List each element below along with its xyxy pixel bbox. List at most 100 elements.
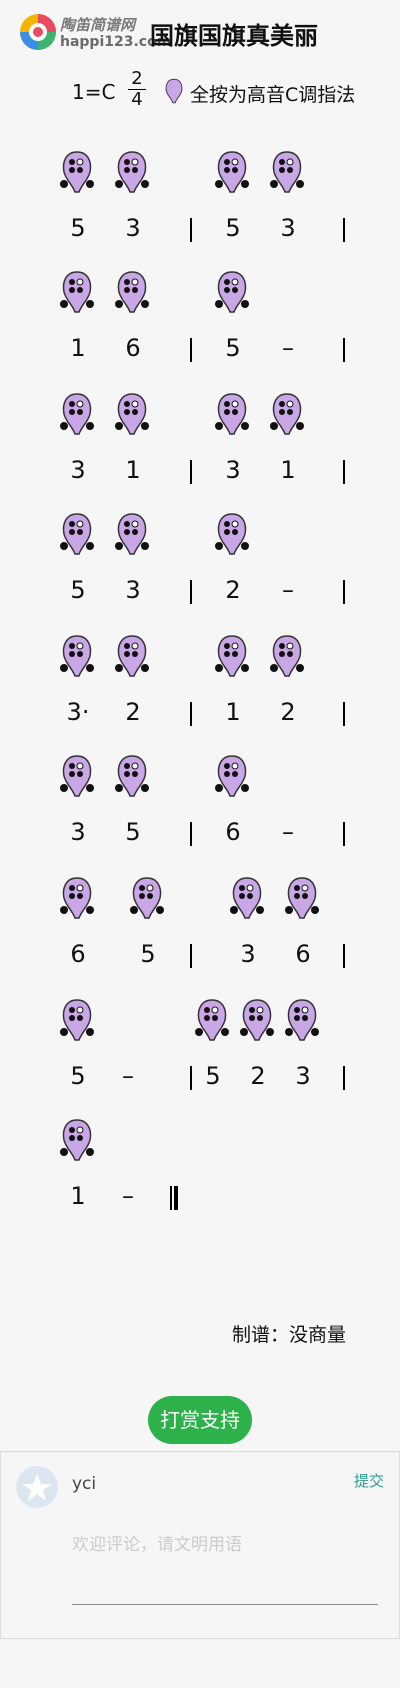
note-number: 1 bbox=[125, 456, 141, 484]
sustain-dash: – bbox=[282, 818, 294, 846]
sustain-dash: – bbox=[122, 1182, 134, 1210]
bar-line bbox=[343, 944, 345, 968]
note-number: 3 bbox=[70, 818, 86, 846]
ocarina-fingering-icon bbox=[60, 876, 94, 920]
ocarina-fingering-icon bbox=[195, 998, 229, 1042]
ocarina-fingering-icon bbox=[115, 512, 149, 556]
page-title: 国旗国旗真美丽 bbox=[150, 22, 318, 50]
sustain-dash: – bbox=[122, 1062, 134, 1090]
ocarina-fingering-icon bbox=[215, 512, 249, 556]
ocarina-fingering-icon bbox=[60, 634, 94, 678]
ocarina-fingering-icon bbox=[215, 634, 249, 678]
ocarina-icon bbox=[165, 78, 183, 104]
note-number: 3 bbox=[280, 214, 296, 242]
bar-line bbox=[343, 218, 345, 242]
final-bar-line bbox=[174, 1186, 178, 1210]
ocarina-fingering-icon bbox=[60, 270, 94, 314]
bar-line bbox=[170, 1186, 172, 1210]
note-number: 1 bbox=[225, 698, 241, 726]
ocarina-fingering-icon bbox=[215, 754, 249, 798]
note-number: 6 bbox=[225, 818, 241, 846]
sustain-dash: – bbox=[282, 334, 294, 362]
ocarina-fingering-icon bbox=[115, 754, 149, 798]
comment-user: yci bbox=[72, 1474, 97, 1494]
bar-line bbox=[190, 822, 192, 846]
note-number: 6 bbox=[70, 940, 86, 968]
time-bottom: 4 bbox=[131, 89, 143, 110]
note-number: 3 bbox=[295, 1062, 311, 1090]
bar-line bbox=[343, 580, 345, 604]
ocarina-fingering-icon bbox=[115, 392, 149, 436]
fingering-hint: 全按为高音C调指法 bbox=[190, 84, 356, 106]
note-number: 2 bbox=[280, 698, 296, 726]
ocarina-fingering-icon bbox=[60, 754, 94, 798]
ocarina-fingering-icon bbox=[215, 270, 249, 314]
note-number: 2 bbox=[250, 1062, 266, 1090]
note-number: 5 bbox=[225, 214, 241, 242]
site-logo[interactable]: 陶笛简谱网 happi123.com bbox=[18, 10, 171, 54]
note-number: 3· bbox=[66, 698, 90, 726]
note-number: 2 bbox=[225, 576, 241, 604]
bar-line bbox=[190, 702, 192, 726]
ocarina-fingering-icon bbox=[60, 1118, 94, 1162]
submit-button[interactable]: 提交 bbox=[354, 1470, 384, 1491]
bar-line bbox=[343, 822, 345, 846]
ocarina-fingering-icon bbox=[130, 876, 164, 920]
note-number: 5 bbox=[225, 334, 241, 362]
ocarina-fingering-icon bbox=[215, 392, 249, 436]
bar-line bbox=[343, 1066, 345, 1090]
ocarina-fingering-icon bbox=[115, 270, 149, 314]
note-number: 1 bbox=[280, 456, 296, 484]
key-signature: 1=C bbox=[72, 80, 116, 104]
comment-input-underline bbox=[72, 1604, 378, 1605]
note-number: 2 bbox=[125, 698, 141, 726]
note-number: 5 bbox=[205, 1062, 221, 1090]
logo-text-top: 陶笛简谱网 bbox=[60, 16, 136, 34]
ocarina-fingering-icon bbox=[230, 876, 264, 920]
note-number: 3 bbox=[70, 456, 86, 484]
note-number: 3 bbox=[125, 576, 141, 604]
bar-line bbox=[190, 1066, 192, 1090]
comment-input[interactable]: 欢迎评论，请文明用语 bbox=[72, 1530, 242, 1555]
star-icon bbox=[22, 1474, 52, 1501]
note-number: 5 bbox=[70, 1062, 86, 1090]
sustain-dash: – bbox=[282, 576, 294, 604]
note-number: 3 bbox=[240, 940, 256, 968]
author-credit: 制谱：没商量 bbox=[232, 1324, 347, 1346]
time-signature: 2 4 bbox=[128, 70, 146, 109]
bar-line bbox=[190, 338, 192, 362]
ocarina-fingering-icon bbox=[270, 150, 304, 194]
ocarina-fingering-icon bbox=[115, 634, 149, 678]
ocarina-fingering-icon bbox=[60, 150, 94, 194]
note-number: 3 bbox=[225, 456, 241, 484]
ocarina-fingering-icon bbox=[215, 150, 249, 194]
bar-line bbox=[190, 580, 192, 604]
ocarina-fingering-icon bbox=[60, 998, 94, 1042]
ocarina-fingering-icon bbox=[60, 512, 94, 556]
bar-line bbox=[190, 218, 192, 242]
ocarina-fingering-icon bbox=[270, 634, 304, 678]
ocarina-fingering-icon bbox=[240, 998, 274, 1042]
note-number: 5 bbox=[125, 818, 141, 846]
note-number: 5 bbox=[70, 214, 86, 242]
ocarina-fingering-icon bbox=[60, 392, 94, 436]
note-number: 1 bbox=[70, 334, 86, 362]
bar-line bbox=[343, 338, 345, 362]
note-number: 1 bbox=[70, 1182, 86, 1210]
avatar bbox=[16, 1466, 58, 1508]
bar-line bbox=[190, 944, 192, 968]
ocarina-fingering-icon bbox=[285, 876, 319, 920]
note-number: 5 bbox=[70, 576, 86, 604]
note-number: 3 bbox=[125, 214, 141, 242]
bar-line bbox=[343, 460, 345, 484]
ocarina-fingering-icon bbox=[115, 150, 149, 194]
time-top: 2 bbox=[131, 68, 143, 89]
ocarina-fingering-icon bbox=[270, 392, 304, 436]
note-number: 6 bbox=[125, 334, 141, 362]
reward-button[interactable]: 打赏支持 bbox=[148, 1396, 252, 1444]
note-number: 6 bbox=[295, 940, 311, 968]
note-number: 5 bbox=[140, 940, 156, 968]
ocarina-fingering-icon bbox=[285, 998, 319, 1042]
logo-icon bbox=[20, 14, 56, 50]
bar-line bbox=[190, 460, 192, 484]
